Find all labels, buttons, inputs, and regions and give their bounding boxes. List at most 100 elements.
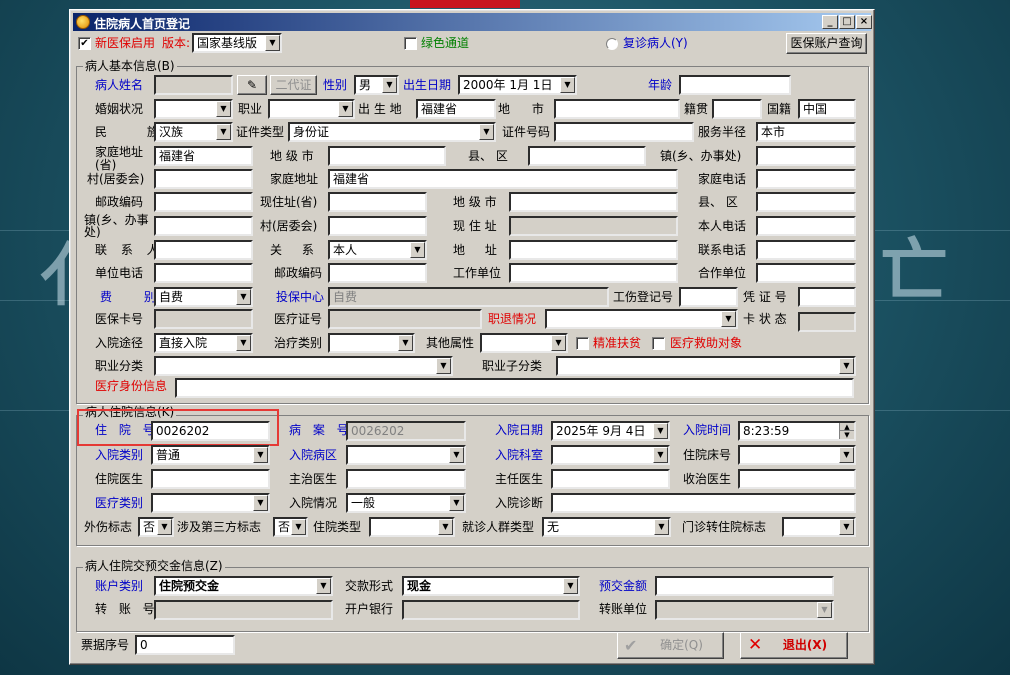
postcode-field[interactable] (154, 192, 253, 212)
chevron-down-icon: ▼ (216, 124, 231, 140)
admit-date-picker[interactable]: 2025年 9月 4日 ▼ (551, 421, 670, 441)
prefecture2-field[interactable] (509, 192, 678, 212)
coop-unit-field[interactable] (756, 263, 856, 283)
ward-select[interactable]: ▼ (346, 445, 466, 465)
county-field[interactable] (528, 146, 646, 166)
chevron-down-icon: ▼ (382, 77, 397, 93)
inpatient-doctor-label: 住院医生 (95, 472, 144, 486)
job-subcategory-select[interactable]: ▼ (556, 356, 856, 376)
medical-aid-checkbox[interactable] (652, 337, 665, 350)
patient-group-select[interactable]: 无 ▼ (542, 517, 671, 537)
home-phone-field[interactable] (756, 169, 856, 189)
marital-select[interactable]: ▼ (154, 99, 233, 119)
exit-button[interactable]: ✕ 退出(X) (740, 632, 848, 659)
treatment-type-select[interactable]: ▼ (328, 333, 415, 353)
bed-select[interactable]: ▼ (738, 445, 856, 465)
read-card-button[interactable]: ✎ (237, 75, 267, 95)
id-number-field[interactable] (554, 122, 694, 142)
poverty-checkbox[interactable] (576, 337, 589, 350)
gender-select[interactable]: 男 ▼ (354, 75, 399, 95)
admit-type-select[interactable]: 普通 ▼ (151, 445, 270, 465)
admit-time-field[interactable]: 8:23:59 ▲ ▼ (738, 421, 856, 441)
birthdate-picker[interactable]: 2000年 1月 1日 ▼ (458, 75, 577, 95)
current-province-field[interactable] (328, 192, 427, 212)
injury-no-field[interactable] (679, 287, 738, 307)
fee-type-select[interactable]: 自费 ▼ (154, 287, 253, 307)
contact-phone-field[interactable] (756, 240, 856, 260)
postcode2-field[interactable] (328, 263, 427, 283)
ethnicity-select[interactable]: 汉族 ▼ (154, 122, 233, 142)
insurance-query-button[interactable]: 医保账户查询 (786, 33, 867, 54)
account-type-select[interactable]: 住院预交金 ▼ (154, 576, 333, 596)
time-spinner[interactable]: ▲ ▼ (839, 423, 854, 439)
service-radius-field[interactable]: 本市 (756, 122, 856, 142)
age-field[interactable] (679, 75, 791, 95)
admission-route-select[interactable]: 直接入院 ▼ (154, 333, 253, 353)
voucher-field[interactable] (798, 287, 856, 307)
native-label: 籍贯 (684, 102, 709, 116)
own-phone-field[interactable] (756, 216, 856, 236)
inpatient-doctor-field[interactable] (151, 469, 270, 489)
nationality-field[interactable]: 中国 (798, 99, 856, 119)
chief-field[interactable] (551, 469, 670, 489)
village2-field[interactable] (328, 216, 427, 236)
city-field[interactable] (554, 99, 680, 119)
name-field[interactable] (154, 75, 233, 95)
native-field[interactable] (712, 99, 762, 119)
third-party-select[interactable]: 否 ▼ (273, 517, 308, 537)
inpatient-type-select[interactable]: ▼ (369, 517, 455, 537)
return-patient-radio[interactable] (606, 38, 618, 50)
receipt-label: 票据序号 (81, 638, 130, 652)
maximize-button[interactable]: □ (839, 15, 855, 29)
work-phone-field[interactable] (154, 263, 253, 283)
transfer-no-label: 转 账 号 (95, 602, 159, 616)
medical-type-select[interactable]: ▼ (151, 493, 270, 513)
outpatient-transfer-select[interactable]: ▼ (782, 517, 856, 537)
admitting-doctor-field[interactable] (738, 469, 856, 489)
birthplace-field[interactable]: 福建省 (416, 99, 496, 119)
card-status-label: 卡 状 态 (743, 312, 787, 326)
inpatient-no-field[interactable]: 0026202 (151, 421, 270, 441)
admit-diagnosis-field[interactable] (551, 493, 856, 513)
department-select[interactable]: ▼ (551, 445, 670, 465)
payment-form-select[interactable]: 现金 ▼ (402, 576, 580, 596)
county2-field[interactable] (756, 192, 856, 212)
green-channel-checkbox[interactable] (404, 37, 417, 50)
town2-field[interactable] (154, 216, 253, 236)
id-gen2-button[interactable]: 二代证 (270, 75, 317, 95)
retire-select[interactable]: ▼ (545, 309, 738, 329)
chevron-down-icon: ▼ (817, 602, 832, 618)
occupation-label: 职业 (238, 102, 263, 116)
address-field[interactable] (509, 240, 678, 260)
confirm-button[interactable]: ✔ 确定(Q) (617, 632, 724, 659)
relation-select[interactable]: 本人 ▼ (328, 240, 427, 260)
medical-identity-field[interactable] (175, 378, 854, 398)
home-addr2-field[interactable]: 福建省 (328, 169, 678, 189)
attending-field[interactable] (346, 469, 466, 489)
minimize-button[interactable]: _ (822, 15, 838, 29)
gender-label: 性别 (323, 78, 348, 92)
id-type-select[interactable]: 身份证 ▼ (288, 122, 496, 142)
receipt-field[interactable]: 0 (135, 635, 235, 655)
medical-type-label: 医疗类别 (95, 496, 144, 510)
home-address-field[interactable]: 福建省 (154, 146, 253, 166)
version-select[interactable]: 国家基线版 ▼ (192, 33, 282, 53)
new-insurance-checkbox[interactable]: ✔ (78, 37, 91, 50)
town-field[interactable] (756, 146, 856, 166)
prefecture-field[interactable] (328, 146, 446, 166)
deposit-amount-field[interactable] (655, 576, 834, 596)
contact-field[interactable] (154, 240, 253, 260)
card-reader-icon: ✎ (246, 78, 258, 92)
job-category-select[interactable]: ▼ (154, 356, 453, 376)
chevron-down-icon: ▼ (291, 519, 306, 535)
occupation-select[interactable]: ▼ (268, 99, 355, 119)
close-button[interactable]: × (856, 15, 872, 29)
village2-label: 村(居委会) (260, 219, 318, 233)
trauma-select[interactable]: 否 ▼ (138, 517, 174, 537)
village-field[interactable] (154, 169, 253, 189)
relation-label: 关 系 (270, 243, 322, 257)
work-unit-field[interactable] (509, 263, 678, 283)
admit-condition-select[interactable]: 一般 ▼ (346, 493, 466, 513)
other-attr-select[interactable]: ▼ (480, 333, 568, 353)
chevron-down-icon: ▼ (839, 447, 854, 463)
